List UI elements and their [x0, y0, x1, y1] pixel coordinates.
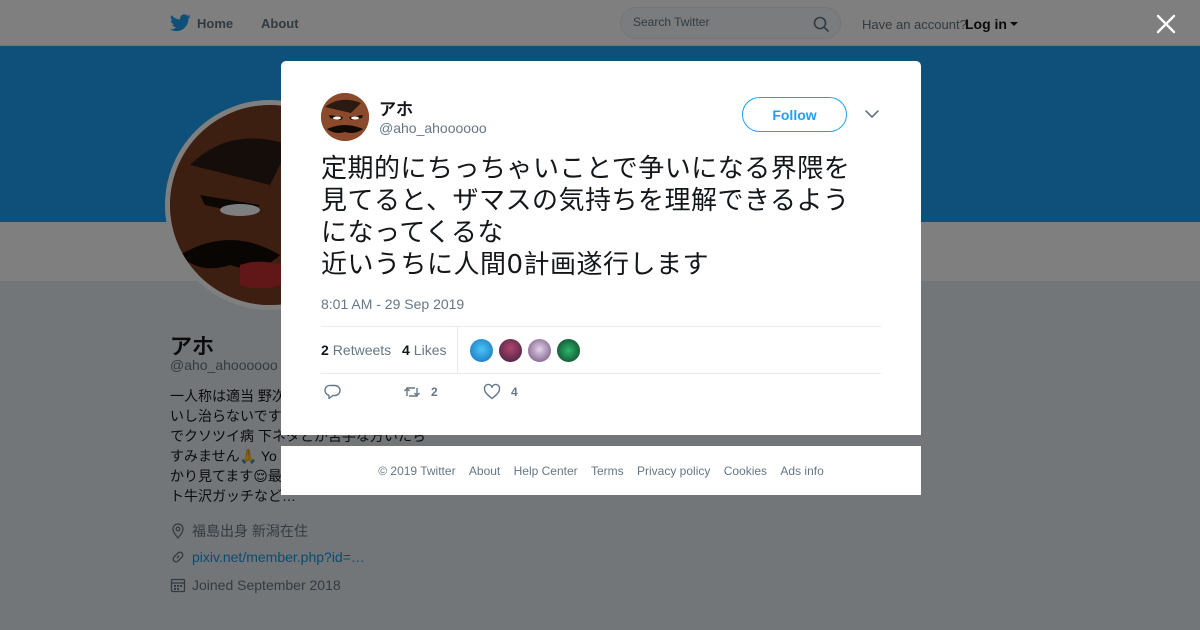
heart-icon [483, 383, 501, 400]
retweets-stat[interactable]: 2 Retweets [321, 342, 391, 358]
retweet-count: 2 [431, 385, 438, 399]
footer-link-help-center[interactable]: Help Center [514, 464, 578, 478]
close-icon[interactable] [1154, 12, 1178, 36]
tweet-author-handle[interactable]: @aho_ahoooooo [379, 120, 487, 136]
retweet-icon [404, 387, 420, 397]
likes-label: Likes [413, 342, 447, 358]
retweet-button[interactable]: 2 [403, 383, 438, 401]
tweet-modal: アホ @aho_ahoooooo Follow 定期的にちっちゃいことで争いにな… [281, 61, 921, 435]
liker-avatar[interactable] [527, 338, 552, 363]
liker-avatar[interactable] [556, 338, 581, 363]
tweet-author-name[interactable]: アホ [379, 95, 413, 120]
footer-link-terms[interactable]: Terms [591, 464, 624, 478]
footer-link-about[interactable]: About [469, 464, 500, 478]
tweet-text-line: 定期的にちっちゃいことで争いになる界隈を [321, 154, 851, 184]
liker-avatar[interactable] [469, 338, 494, 363]
like-button[interactable]: 4 [483, 383, 518, 401]
like-count: 4 [511, 385, 518, 399]
liker-avatar[interactable] [498, 338, 523, 363]
footer-copyright: © 2019 Twitter [378, 464, 456, 478]
follow-button[interactable]: Follow [742, 97, 847, 132]
chevron-down-icon[interactable] [864, 108, 880, 120]
likes-stat[interactable]: 4 Likes [402, 342, 446, 358]
stats-divider [457, 327, 458, 374]
tweet-text-line: になってくるな [321, 218, 504, 248]
reply-icon [324, 384, 341, 400]
tweet-actions: 2 4 [321, 383, 621, 407]
tweet-author-avatar[interactable] [321, 93, 369, 141]
likes-count: 4 [402, 342, 410, 358]
tweet-stats: 2 Retweets 4 Likes [321, 326, 881, 374]
author-avatar-illustration [321, 93, 369, 141]
footer-link-ads-info[interactable]: Ads info [780, 464, 823, 478]
tweet-text: 定期的にちっちゃいことで争いになる界隈を 見てると、ザマスの気持ちを理解できるよ… [321, 153, 886, 281]
modal-footer: © 2019 Twitter About Help Center Terms P… [281, 446, 921, 495]
retweets-label: Retweets [332, 342, 392, 358]
footer-link-cookies[interactable]: Cookies [724, 464, 767, 478]
reply-button[interactable] [324, 383, 352, 401]
footer-links: © 2019 Twitter About Help Center Terms P… [281, 464, 921, 478]
tweet-text-line: 見てると、ザマスの気持ちを理解できるよう [321, 186, 850, 216]
footer-link-privacy[interactable]: Privacy policy [637, 464, 710, 478]
retweets-count: 2 [321, 342, 329, 358]
tweet-text-line: 近いうちに人間0計画遂行します [321, 250, 710, 280]
tweet-timestamp[interactable]: 8:01 AM - 29 Sep 2019 [321, 296, 464, 312]
